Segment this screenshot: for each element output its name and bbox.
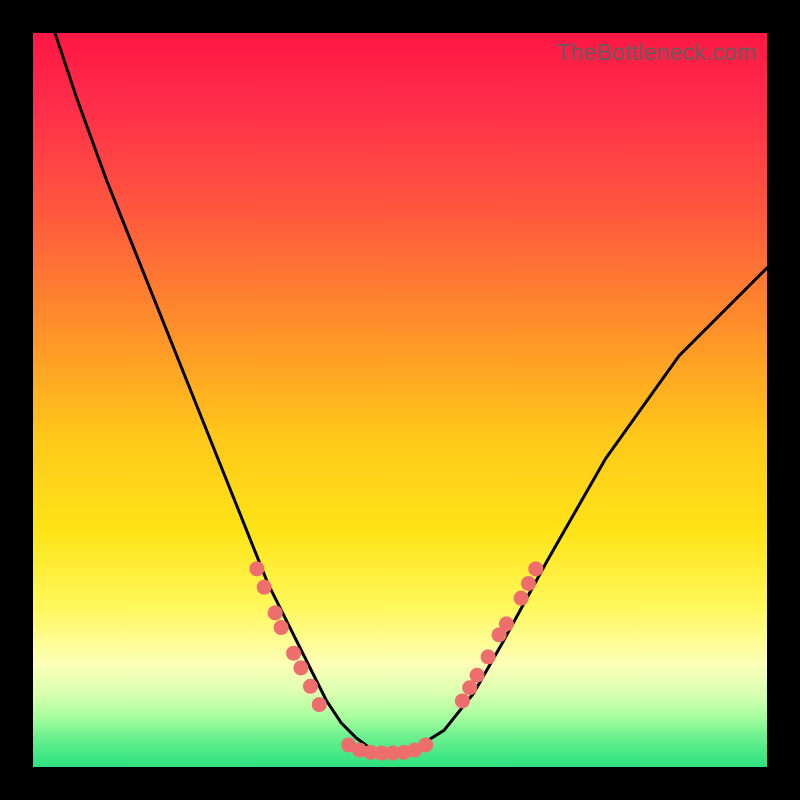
data-point xyxy=(521,576,536,591)
bottleneck-curve xyxy=(55,33,767,752)
data-point xyxy=(312,697,327,712)
data-point xyxy=(470,668,485,683)
data-point xyxy=(455,693,470,708)
marker-layer xyxy=(249,561,543,760)
data-point xyxy=(249,561,264,576)
data-point xyxy=(257,580,272,595)
chart-overlay xyxy=(33,33,767,767)
curve-layer xyxy=(55,33,767,752)
data-point xyxy=(293,660,308,675)
data-point xyxy=(268,605,283,620)
plot-area: TheBottleneck.com xyxy=(33,33,767,767)
chart-frame: TheBottleneck.com xyxy=(0,0,800,800)
data-point xyxy=(514,591,529,606)
data-point xyxy=(528,561,543,576)
data-point xyxy=(303,679,318,694)
data-point xyxy=(418,737,433,752)
data-point xyxy=(274,620,289,635)
data-point xyxy=(286,646,301,661)
data-point xyxy=(481,649,496,664)
data-point xyxy=(462,680,477,695)
data-point xyxy=(499,616,514,631)
